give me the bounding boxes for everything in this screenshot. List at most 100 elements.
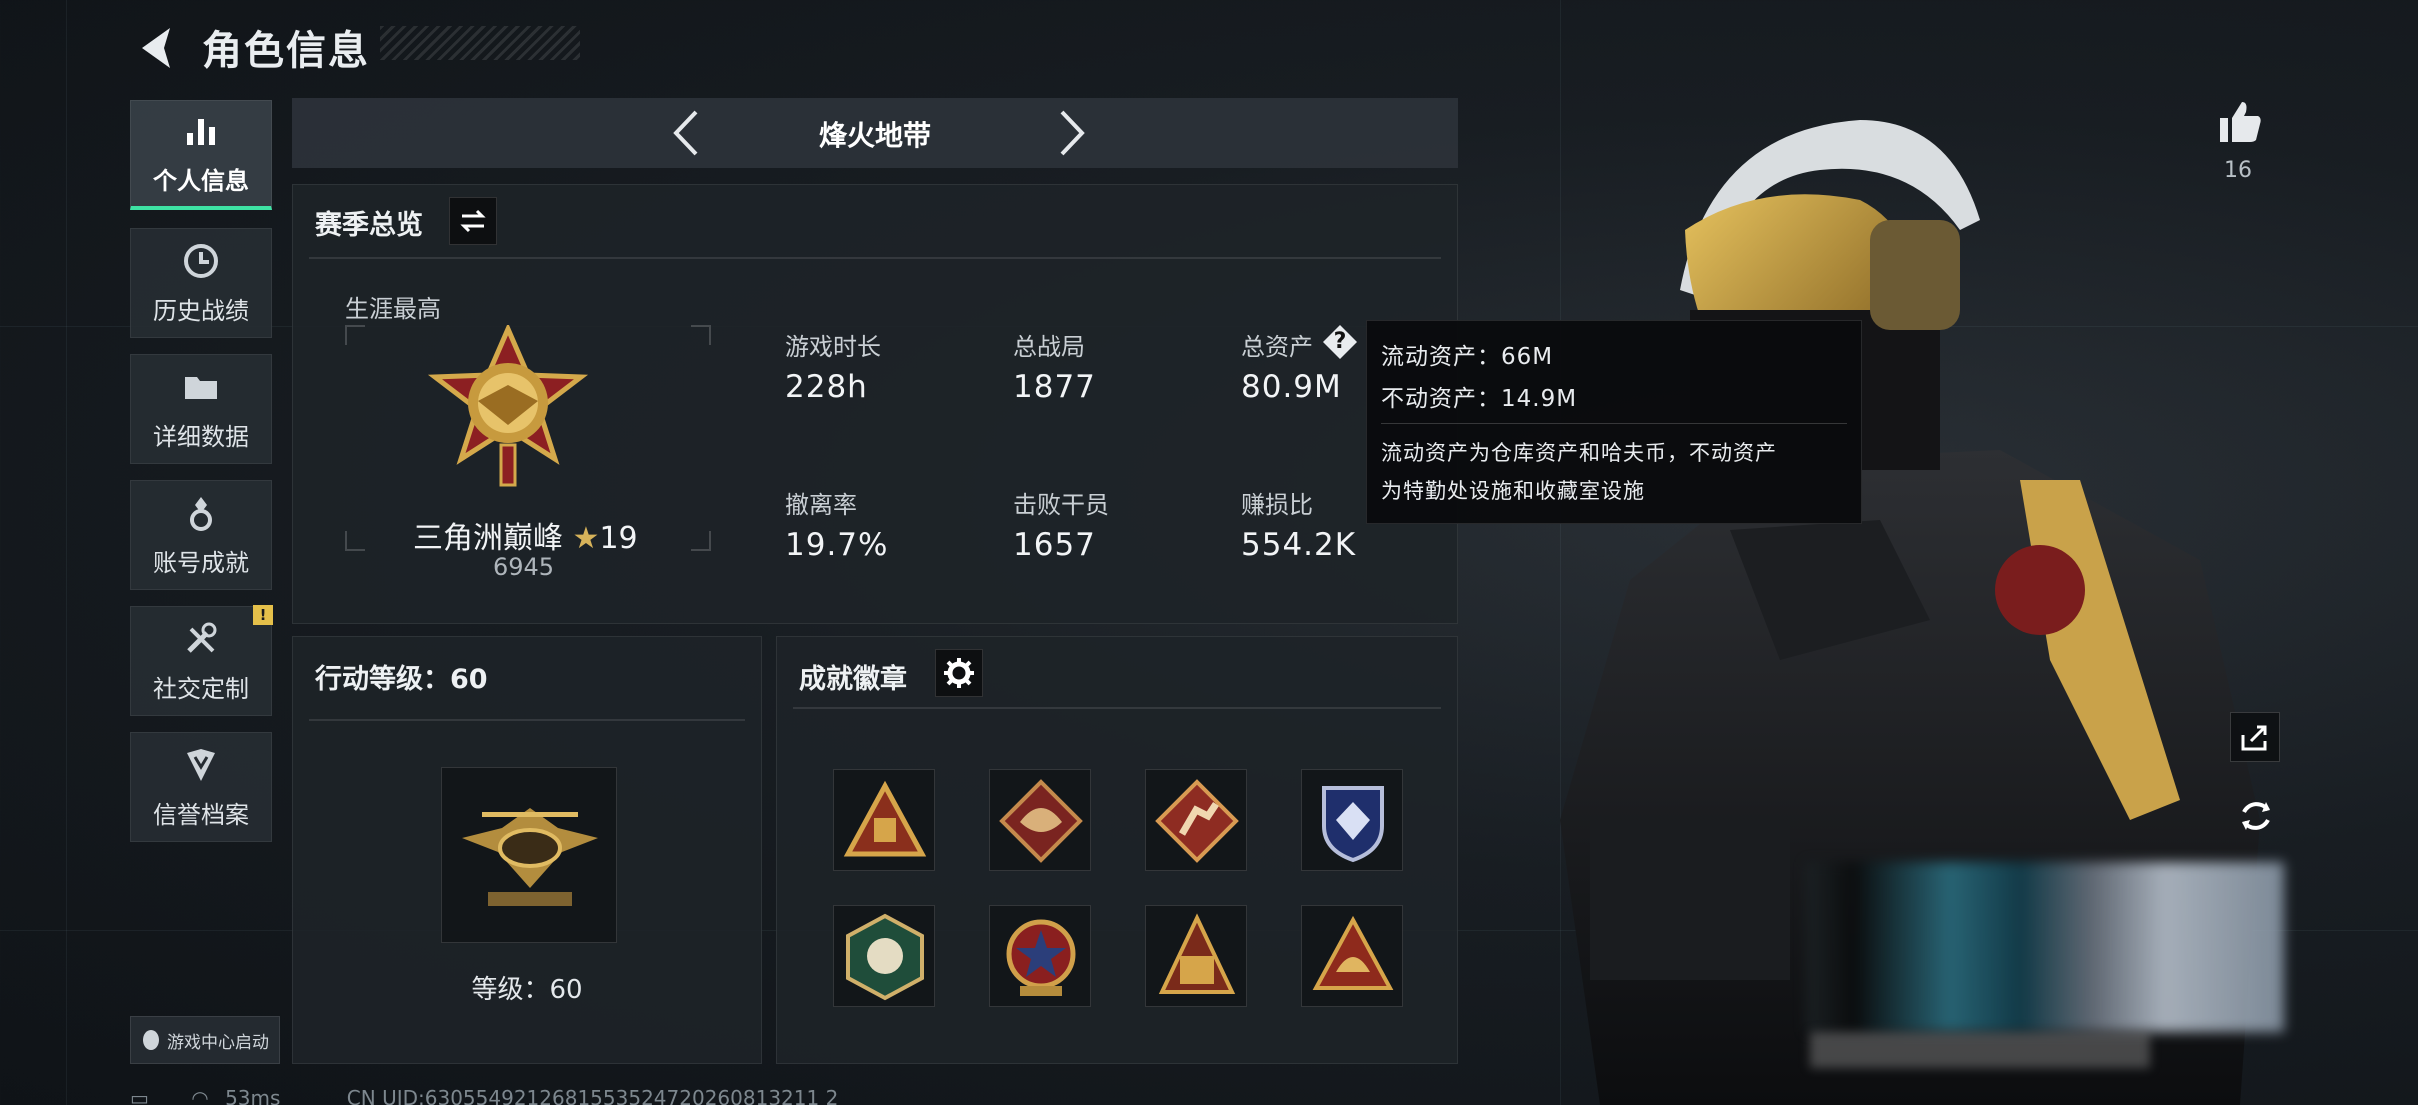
tooltip-desc-line2: 为特勤处设施和收藏室设施 — [1381, 479, 1645, 503]
gear-icon — [944, 658, 974, 688]
share-icon — [2241, 725, 2267, 751]
divider — [309, 257, 1441, 259]
badge-tile[interactable] — [1301, 769, 1403, 871]
tooltip-desc-line1: 流动资产为仓库资产和哈夫币，不动资产 — [1381, 441, 1777, 465]
launch-label: 游戏中心启动 — [167, 1032, 269, 1053]
help-icon[interactable]: ? — [1323, 325, 1357, 359]
stat-label-playtime: 游戏时长 — [785, 333, 881, 361]
wifi-icon: ◠ — [191, 1086, 209, 1105]
triangle-crate-badge-icon — [843, 780, 927, 857]
hexagon-climber-badge-icon — [846, 913, 924, 1001]
alert-badge: ! — [253, 605, 273, 625]
badge-tile[interactable] — [833, 905, 935, 1007]
nav-item-personal-info[interactable]: 个人信息 — [130, 100, 272, 210]
badge-tile[interactable] — [1145, 905, 1247, 1007]
title-decoration — [380, 26, 580, 60]
nav-item-label: 账号成就 — [153, 548, 249, 577]
badge-tile[interactable] — [1145, 769, 1247, 871]
stat-value-profit-loss: 554.2K — [1241, 527, 1357, 563]
clock-icon — [184, 243, 218, 278]
frame-corner — [691, 531, 711, 551]
stat-label-profit-loss: 赚损比 — [1241, 491, 1313, 519]
stat-label-total-assets: 总资产 — [1241, 333, 1313, 361]
page-title: 角色信息 — [202, 28, 370, 74]
rank-name: 三角洲巅峰 — [413, 521, 563, 556]
nav-item-label: 历史战绩 — [153, 296, 249, 325]
like-count: 16 — [2224, 158, 2252, 183]
nav-item-reputation[interactable]: 信誉档案 — [130, 732, 272, 842]
badge-tile[interactable] — [989, 769, 1091, 871]
dragon-badge-icon — [999, 779, 1083, 863]
back-arrow-icon[interactable] — [132, 22, 184, 74]
blurred-profile-text — [1810, 1032, 2150, 1068]
stat-value-total-assets: 80.9M — [1241, 369, 1342, 405]
shield-badge-icon — [1322, 786, 1384, 863]
tooltip-liquid-assets: 流动资产：66M — [1381, 344, 1554, 370]
badges-title: 成就徽章 — [799, 664, 907, 695]
refresh-icon[interactable] — [2232, 792, 2280, 840]
stat-label-extraction-rate: 撤离率 — [785, 491, 857, 519]
rank-emblem-icon — [427, 325, 589, 487]
frame-corner — [345, 325, 365, 345]
stat-value-operators-defeated: 1657 — [1013, 527, 1096, 563]
uid: CN UID:6305549212681553524720260813211 2 — [346, 1086, 839, 1105]
swap-icon — [460, 209, 486, 233]
nav-item-label: 社交定制 — [153, 674, 249, 703]
frame-corner — [345, 531, 365, 551]
career-best-label: 生涯最高 — [345, 295, 441, 323]
badge-tile[interactable] — [989, 905, 1091, 1007]
bar-chart-icon — [187, 119, 215, 145]
asset-tooltip: 流动资产：66M 不动资产：14.9M 流动资产为仓库资产和哈夫币，不动资产 为… — [1366, 320, 1862, 524]
action-level-title: 行动等级：60 — [315, 664, 488, 695]
stat-value-total-matches: 1877 — [1013, 369, 1096, 405]
divider — [793, 707, 1441, 709]
switch-season-button[interactable] — [449, 197, 497, 245]
mode-selector: 烽火地带 — [292, 98, 1458, 168]
stat-label-total-matches: 总战局 — [1013, 333, 1085, 361]
badge-tile[interactable] — [833, 769, 935, 871]
nav-item-label: 信誉档案 — [153, 800, 249, 829]
ping: 53ms — [225, 1086, 281, 1105]
action-level-emblem-frame — [441, 767, 617, 943]
star-wreath-badge-icon — [1006, 919, 1076, 996]
nav-item-social[interactable]: 社交定制 ! — [130, 605, 273, 716]
tooltip-fixed-assets: 不动资产：14.9M — [1381, 386, 1578, 412]
battery-icon: ▭ — [130, 1086, 149, 1105]
helmet-badge-icon — [1312, 915, 1394, 990]
share-button[interactable] — [2230, 712, 2280, 762]
pyramid-badge-icon — [1158, 913, 1236, 994]
star-icon: ★ — [572, 521, 600, 556]
nav-item-detail-data[interactable]: 详细数据 — [130, 354, 272, 464]
nav-item-history[interactable]: 历史战绩 — [130, 228, 272, 338]
helicopter-emblem-icon — [462, 808, 598, 906]
medal-icon — [190, 496, 212, 531]
badge-settings-button[interactable] — [935, 649, 983, 697]
rank-stars: 19 — [599, 521, 638, 556]
season-overview-panel: 赛季总览 生涯最高 三角洲巅峰 ★19 6945 游戏时长 228h 总战局 1… — [292, 184, 1458, 624]
season-overview-title: 赛季总览 — [315, 210, 423, 241]
rank-points: 6945 — [493, 553, 555, 581]
tools-icon — [187, 622, 217, 653]
divider — [1381, 423, 1847, 424]
chevron-right-icon[interactable] — [1042, 106, 1096, 160]
stat-value-playtime: 228h — [785, 369, 868, 405]
stat-label-operators-defeated: 击败干员 — [1013, 491, 1109, 519]
shield-icon — [187, 748, 215, 781]
badge-tile[interactable] — [1301, 905, 1403, 1007]
level-text: 等级：60 — [471, 975, 583, 1005]
status-bar: ▭ ◠ 53ms CN UID:630554921268155352472026… — [130, 1086, 838, 1105]
achievement-badges-panel: 成就徽章 — [776, 636, 1458, 1064]
runner-badge-icon — [1155, 779, 1239, 863]
stat-value-extraction-rate: 19.7% — [785, 527, 889, 563]
action-level-panel: 行动等级：60 等级：60 — [292, 636, 762, 1064]
frame-corner — [691, 325, 711, 345]
nav-item-label: 详细数据 — [153, 422, 249, 451]
nav-item-label: 个人信息 — [153, 167, 249, 195]
game-center-launch-button[interactable]: 游戏中心启动 — [130, 1016, 280, 1064]
nav-item-achievements[interactable]: 账号成就 — [130, 480, 272, 590]
blurred-profile-card — [1806, 862, 2284, 1032]
thumbs-up-icon[interactable] — [2214, 96, 2266, 148]
rank-line: 三角洲巅峰 ★19 — [413, 513, 638, 557]
penguin-icon — [143, 1030, 159, 1050]
folder-icon — [185, 376, 217, 399]
